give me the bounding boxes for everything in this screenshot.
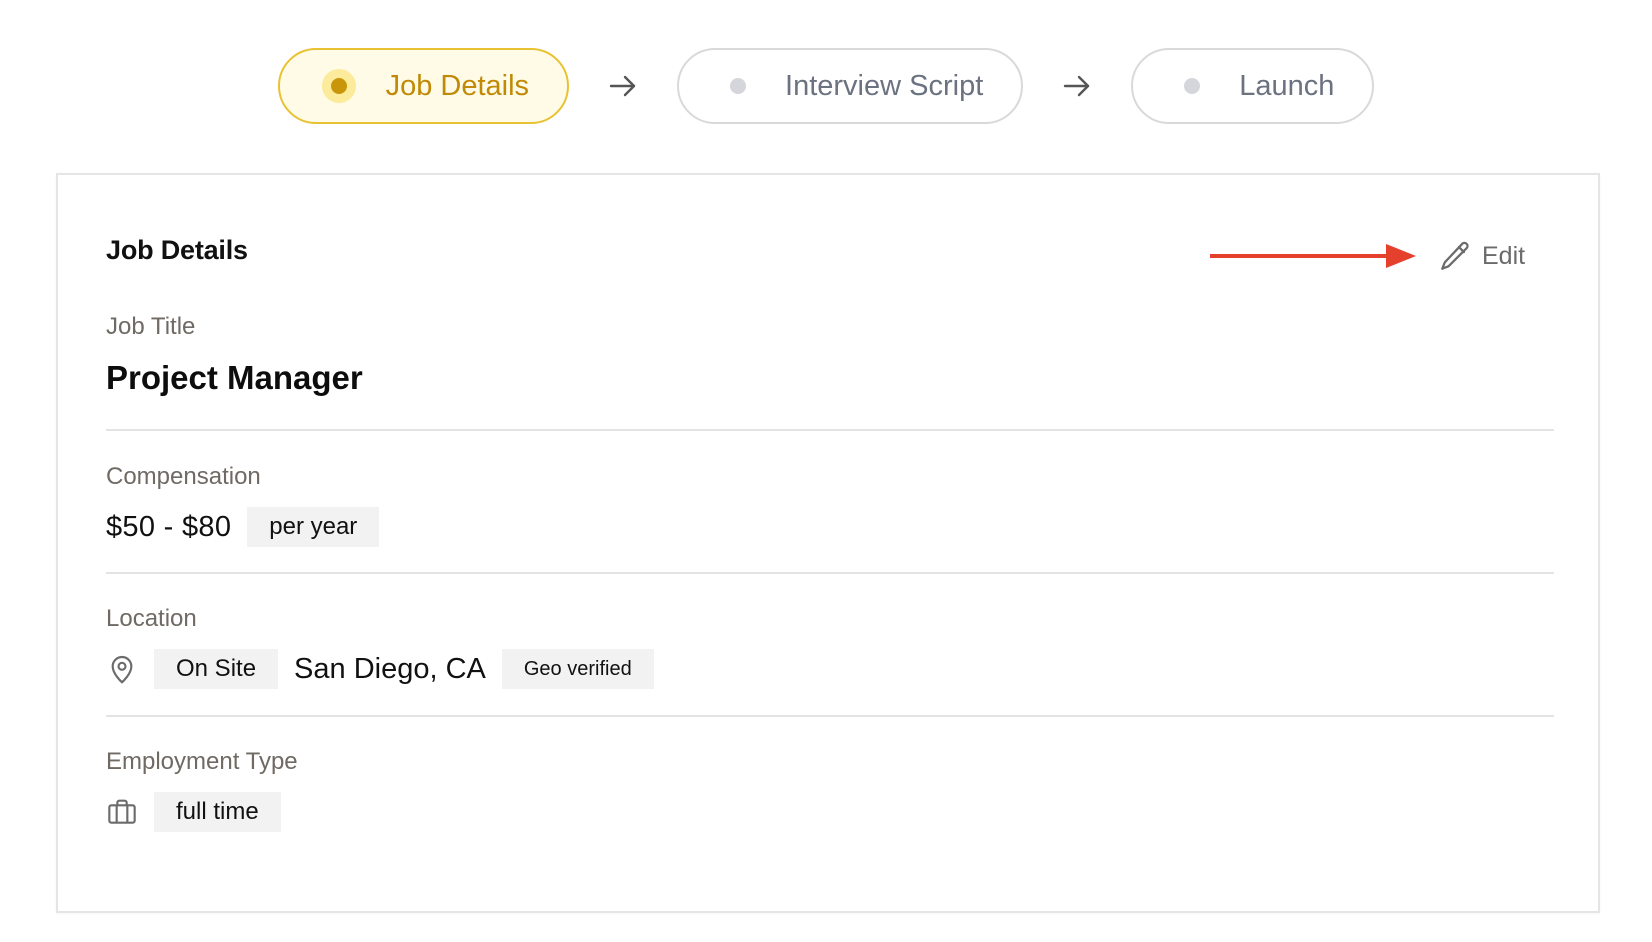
pencil-icon — [1438, 239, 1472, 273]
divider — [106, 429, 1554, 431]
geo-verified-badge: Geo verified — [501, 649, 654, 689]
employment-type-label: Employment Type — [106, 748, 298, 775]
location-label: Location — [106, 605, 197, 632]
progress-stepper: Job Details Interview Script Launch — [0, 48, 1652, 124]
edit-button[interactable]: Edit — [1438, 239, 1525, 273]
arrow-right-icon — [602, 65, 644, 107]
compensation-label: Compensation — [106, 463, 261, 490]
compensation-period-badge: per year — [247, 507, 380, 547]
step-label: Job Details — [385, 69, 530, 102]
location-section: Location On Site San Diego, CA Geo verif… — [106, 605, 1554, 689]
step-status-dot-icon — [321, 69, 356, 103]
edit-label: Edit — [1482, 241, 1526, 270]
card-title: Job Details — [106, 235, 248, 265]
divider — [106, 715, 1554, 717]
employment-type-badge: full time — [154, 792, 281, 832]
step-interview-script[interactable]: Interview Script — [677, 48, 1024, 124]
map-pin-icon — [106, 653, 138, 685]
step-job-details[interactable]: Job Details — [277, 48, 570, 124]
divider — [106, 572, 1554, 574]
arrow-right-icon — [1056, 65, 1098, 107]
work-mode-badge: On Site — [154, 649, 279, 689]
job-details-card: Job Details Edit Job Title Project Manag… — [56, 173, 1600, 913]
job-title-value: Project Manager — [106, 359, 363, 396]
annotation-arrow-icon — [1210, 244, 1416, 268]
step-launch[interactable]: Launch — [1131, 48, 1375, 124]
job-title-section: Job Title Project Manager — [106, 313, 1554, 397]
employment-type-section: Employment Type full time — [106, 748, 1554, 832]
compensation-range: $50 - $80 — [106, 510, 232, 543]
briefcase-icon — [106, 796, 138, 828]
step-status-dot-icon — [721, 69, 755, 103]
job-title-label: Job Title — [106, 313, 196, 340]
step-label: Launch — [1239, 69, 1335, 102]
step-label: Interview Script — [785, 69, 984, 102]
location-city: San Diego, CA — [294, 652, 486, 685]
compensation-section: Compensation $50 - $80 per year — [106, 463, 1554, 547]
step-status-dot-icon — [1175, 69, 1209, 103]
